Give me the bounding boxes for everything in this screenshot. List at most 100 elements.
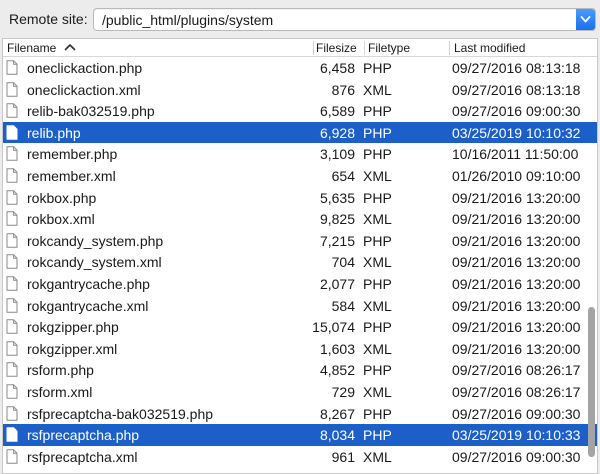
file-icon (6, 81, 18, 97)
file-last-modified: 01/26/2010 09:10:00 (452, 168, 581, 184)
table-row[interactable]: rokcandy_system.xml 704 XML 09/21/2016 13:2… (3, 251, 597, 273)
file-last-modified: 09/21/2016 13:20:00 (452, 319, 581, 336)
file-size: 6,928 (319, 124, 355, 141)
file-type: PHP (363, 276, 392, 292)
remote-site-path-value[interactable]: /public_html/plugins/system (102, 12, 273, 28)
chevron-up-icon[interactable] (63, 40, 77, 54)
file-name: rokgzipper.xml (27, 340, 118, 357)
chevron-down-icon (580, 16, 591, 23)
file-size: 6,589 (319, 103, 355, 120)
file-icon (6, 341, 18, 356)
table-row-selected[interactable]: rsfprecaptcha.php 8,034 PHP 03/25/2019 10:1… (3, 424, 597, 446)
table-row[interactable]: oneclickaction.xml 876 XML 09/27/2016 08:13… (3, 79, 597, 101)
column-divider[interactable] (313, 41, 314, 55)
file-size: 654 (331, 168, 355, 184)
file-type: XML (363, 254, 392, 271)
file-type: PHP (363, 405, 392, 422)
file-icon (6, 103, 18, 118)
file-size: 9,825 (319, 211, 355, 228)
column-divider[interactable] (449, 41, 450, 55)
file-last-modified: 09/27/2016 09:00:30 (452, 103, 581, 120)
table-row[interactable]: remember.php 3,109 PHP 10/16/2011 11:50:00 (3, 143, 597, 165)
file-type: XML (363, 297, 392, 314)
file-name: remember.xml (27, 168, 116, 184)
file-icon (6, 297, 18, 313)
file-size: 584 (331, 297, 355, 314)
file-size: 6,458 (319, 60, 355, 76)
file-last-modified: 03/25/2019 10:10:32 (452, 124, 581, 141)
table-row[interactable]: rokgzipper.php 15,074 PHP 09/21/2016 13:20:… (3, 316, 597, 338)
file-type: XML (363, 81, 392, 98)
table-row-selected[interactable]: relib.php 6,928 PHP 03/25/2019 10:10:32 (3, 121, 597, 144)
file-size: 7,215 (319, 232, 355, 249)
file-type: PHP (363, 232, 392, 249)
file-name: rsfprecaptcha.xml (27, 448, 138, 465)
table-row[interactable]: rokgzipper.xml 1,603 XML 09/21/2016 13:20:0… (3, 338, 597, 360)
file-type: XML (363, 340, 392, 357)
file-last-modified: 09/27/2016 08:26:17 (452, 362, 581, 379)
column-header-last-modified[interactable]: Last modified (454, 41, 525, 55)
column-divider[interactable] (364, 41, 365, 55)
file-icon (6, 384, 18, 399)
file-last-modified: 03/25/2019 10:10:33 (452, 427, 581, 444)
file-name: rokgantrycache.php (27, 276, 150, 292)
column-header-filetype[interactable]: Filetype (368, 41, 410, 55)
column-header-filename[interactable]: Filename (7, 41, 56, 55)
table-row[interactable]: rsfprecaptcha.xml 961 XML 09/27/2016 09:00:… (3, 446, 597, 468)
file-last-modified: 09/21/2016 13:20:00 (452, 276, 581, 292)
table-row[interactable]: rokgantrycache.xml 584 XML 09/21/2016 13:20… (3, 295, 597, 317)
file-size: 961 (331, 448, 355, 465)
scrollbar-thumb[interactable] (588, 307, 595, 457)
file-icon (6, 254, 18, 270)
remote-site-path-combobox[interactable]: /public_html/plugins/system (93, 8, 596, 31)
file-last-modified: 09/21/2016 13:20:00 (452, 232, 581, 249)
file-name: relib-bak032519.php (27, 103, 155, 120)
file-last-modified: 09/27/2016 09:00:30 (452, 448, 581, 465)
table-row[interactable]: rokbox.php 5,635 PHP 09/21/2016 13:20:00 (3, 187, 597, 209)
path-dropdown-button[interactable] (576, 9, 595, 30)
table-row[interactable]: rokbox.xml 9,825 XML 09/21/2016 13:20:00 (3, 208, 597, 230)
file-name: rokbox.xml (27, 211, 95, 228)
table-row[interactable]: rsform.xml 729 XML 09/27/2016 08:26:17 (3, 381, 597, 403)
file-icon (6, 449, 18, 464)
file-icon (6, 125, 18, 140)
file-type: XML (363, 168, 392, 184)
file-name: relib.php (27, 124, 81, 141)
table-row[interactable]: remember.xml 654 XML 01/26/2010 09:10:00 (3, 165, 597, 187)
file-name: rokcandy_system.xml (27, 254, 162, 271)
vertical-scrollbar[interactable] (585, 57, 597, 473)
file-last-modified: 09/27/2016 08:13:18 (452, 60, 581, 76)
file-name: remember.php (27, 146, 118, 163)
table-row[interactable]: oneclickaction.php 6,458 PHP 09/27/2016 08:… (3, 57, 597, 79)
file-icon (6, 146, 18, 162)
file-size: 4,852 (319, 362, 355, 379)
file-size: 5,635 (319, 189, 355, 206)
file-icon (6, 319, 18, 334)
file-list-rows: oneclickaction.php 6,458 PHP 09/27/2016 08:… (3, 57, 597, 473)
file-icon (6, 427, 18, 442)
file-type: PHP (363, 146, 392, 163)
table-row[interactable]: relib-bak032519.php 6,589 PHP 09/27/2016 09… (3, 100, 597, 122)
file-icon (6, 168, 18, 183)
file-last-modified: 09/27/2016 08:26:17 (452, 384, 581, 400)
file-name: rsfprecaptcha-bak032519.php (27, 405, 214, 422)
column-header-filesize[interactable]: Filesize (316, 41, 357, 55)
file-size: 1,603 (319, 340, 355, 357)
file-size: 2,077 (319, 276, 355, 292)
file-last-modified: 09/21/2016 13:20:00 (452, 297, 581, 314)
table-row[interactable]: rokcandy_system.php 7,215 PHP 09/21/2016 13… (3, 230, 597, 252)
table-row[interactable]: rsfprecaptcha-bak032519.php 8,267 PHP 09/27… (3, 403, 597, 425)
file-last-modified: 09/21/2016 13:20:00 (452, 211, 581, 228)
file-icon (6, 362, 18, 378)
file-type: PHP (363, 60, 392, 76)
file-last-modified: 10/16/2011 11:50:00 (452, 146, 579, 163)
file-type: PHP (363, 103, 392, 120)
table-row[interactable]: rokgantrycache.php 2,077 PHP 09/21/2016 13:… (3, 273, 597, 295)
table-row[interactable]: rsform.php 4,852 PHP 09/27/2016 08:26:17 (3, 359, 597, 381)
file-size: 704 (331, 254, 355, 271)
file-type: XML (363, 384, 392, 400)
remote-file-list[interactable]: Filename Filesize Filetype Last modified… (2, 38, 598, 474)
file-size: 729 (331, 384, 355, 400)
file-icon (6, 211, 18, 226)
file-list-header: Filename Filesize Filetype Last modified (3, 39, 597, 57)
